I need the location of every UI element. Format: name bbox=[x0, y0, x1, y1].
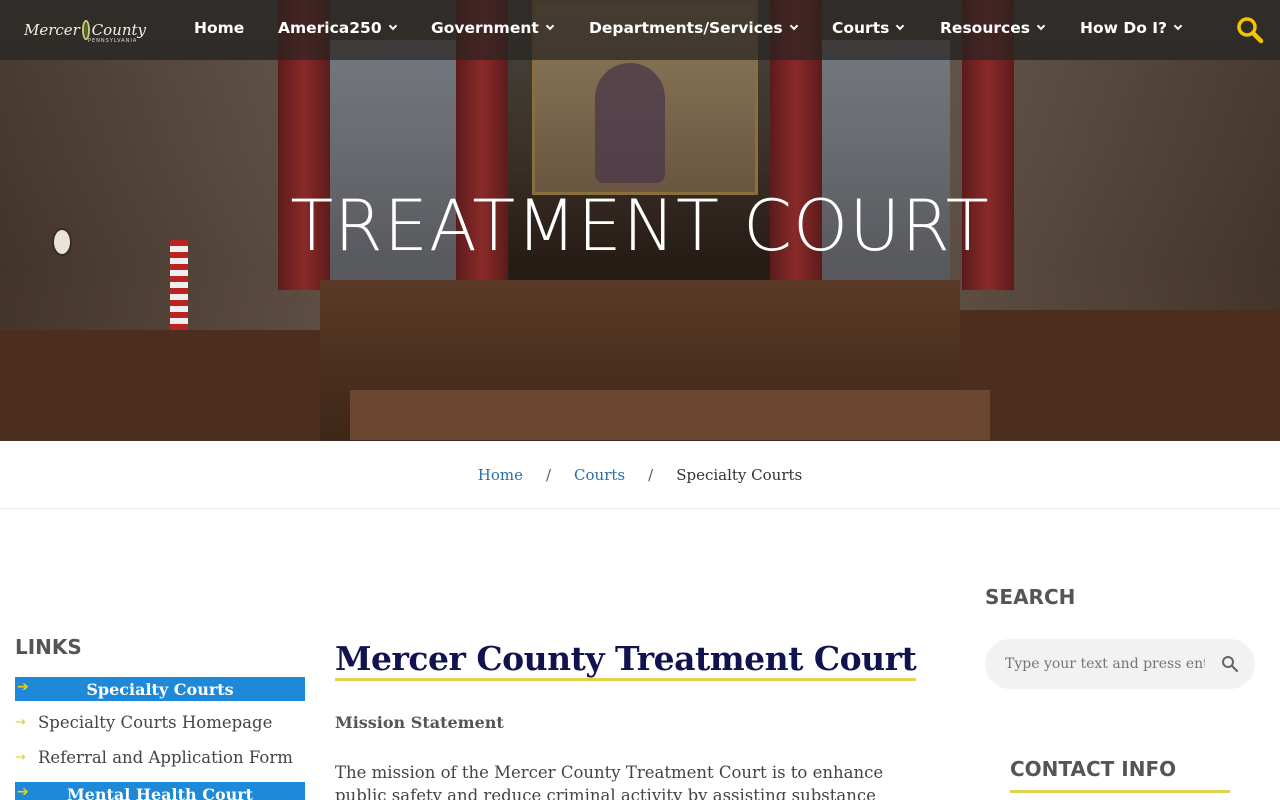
sidebar-search bbox=[985, 639, 1255, 689]
county-seal-icon bbox=[81, 20, 90, 40]
search-input[interactable] bbox=[1005, 656, 1205, 672]
contact-underline bbox=[1010, 790, 1230, 793]
sidebar-link-specialty-courts-homepage[interactable]: → Specialty Courts Homepage bbox=[15, 713, 272, 732]
nav-government-label: Government bbox=[431, 19, 539, 37]
site-logo[interactable]: Mercer County PENNSYLVANIA bbox=[24, 16, 146, 44]
chevron-down-icon bbox=[388, 21, 397, 31]
nav-courts[interactable]: Courts bbox=[832, 19, 905, 37]
arrow-right-icon: → bbox=[15, 715, 26, 730]
content-heading: Mercer County Treatment Court bbox=[335, 640, 917, 681]
top-navigation: Mercer County PENNSYLVANIA Home America2… bbox=[0, 0, 1280, 60]
hero-railing-left bbox=[0, 330, 320, 441]
arrow-right-icon: ➔ bbox=[17, 679, 29, 695]
mission-statement-label: Mission Statement bbox=[335, 713, 504, 732]
contact-info-heading: CONTACT INFO bbox=[1010, 757, 1177, 781]
chevron-down-icon bbox=[789, 21, 798, 31]
breadcrumb-home-link[interactable]: Home bbox=[478, 466, 523, 484]
nav-how-do-i-label: How Do I? bbox=[1080, 19, 1168, 37]
nav-america250[interactable]: America250 bbox=[278, 19, 397, 37]
nav-resources-label: Resources bbox=[940, 19, 1030, 37]
nav-government[interactable]: Government bbox=[431, 19, 555, 37]
sidebar-link-label: Specialty Courts Homepage bbox=[38, 713, 273, 732]
nav-departments-services[interactable]: Departments/Services bbox=[589, 19, 798, 37]
chevron-down-icon bbox=[896, 21, 905, 31]
page-title: TREATMENT COURT bbox=[290, 185, 990, 267]
nav-courts-label: Courts bbox=[832, 19, 890, 37]
nav-how-do-i[interactable]: How Do I? bbox=[1080, 19, 1183, 37]
sidebar-section-specialty-courts[interactable]: ➔ Specialty Courts bbox=[15, 677, 305, 701]
arrow-right-icon: → bbox=[15, 750, 26, 765]
nav-departments-label: Departments/Services bbox=[589, 19, 783, 37]
sidebar-section-label: Mental Health Court bbox=[66, 784, 254, 800]
hero-banner: TREATMENT COURT bbox=[0, 0, 1280, 441]
chevron-down-icon bbox=[545, 21, 555, 31]
search-heading: SEARCH bbox=[985, 585, 1076, 609]
links-heading: LINKS bbox=[15, 635, 82, 659]
logo-text-left: Mercer bbox=[24, 21, 80, 39]
nav-home-label: Home bbox=[194, 19, 245, 37]
hero-railing-right bbox=[960, 310, 1280, 441]
breadcrumb: Home / Courts / Specialty Courts bbox=[0, 441, 1280, 509]
sidebar-link-label: Referral and Application Form bbox=[38, 748, 293, 767]
chevron-down-icon bbox=[1173, 21, 1183, 31]
mission-statement-text: The mission of the Mercer County Treatme… bbox=[335, 763, 884, 800]
sidebar-section-mental-health-court[interactable]: ➔ Mental Health Court bbox=[15, 782, 305, 800]
logo-text-right: County bbox=[91, 21, 146, 39]
breadcrumb-current: Specialty Courts bbox=[676, 465, 803, 484]
nav-resources[interactable]: Resources bbox=[940, 19, 1046, 37]
sidebar-link-referral-application-form[interactable]: → Referral and Application Form bbox=[15, 748, 293, 767]
logo-subtext: PENNSYLVANIA bbox=[88, 38, 138, 44]
breadcrumb-separator: / bbox=[648, 465, 654, 484]
arrow-right-icon: ➔ bbox=[17, 784, 29, 800]
search-icon[interactable] bbox=[1221, 655, 1239, 673]
breadcrumb-courts-link[interactable]: Courts bbox=[574, 466, 625, 484]
sidebar-section-label: Specialty Courts bbox=[86, 679, 234, 699]
breadcrumb-separator: / bbox=[545, 465, 552, 484]
hero-desk bbox=[350, 390, 990, 440]
search-icon[interactable] bbox=[1236, 16, 1264, 44]
chevron-down-icon bbox=[1036, 21, 1046, 31]
nav-home[interactable]: Home bbox=[194, 19, 244, 37]
nav-america250-label: America250 bbox=[278, 19, 382, 37]
